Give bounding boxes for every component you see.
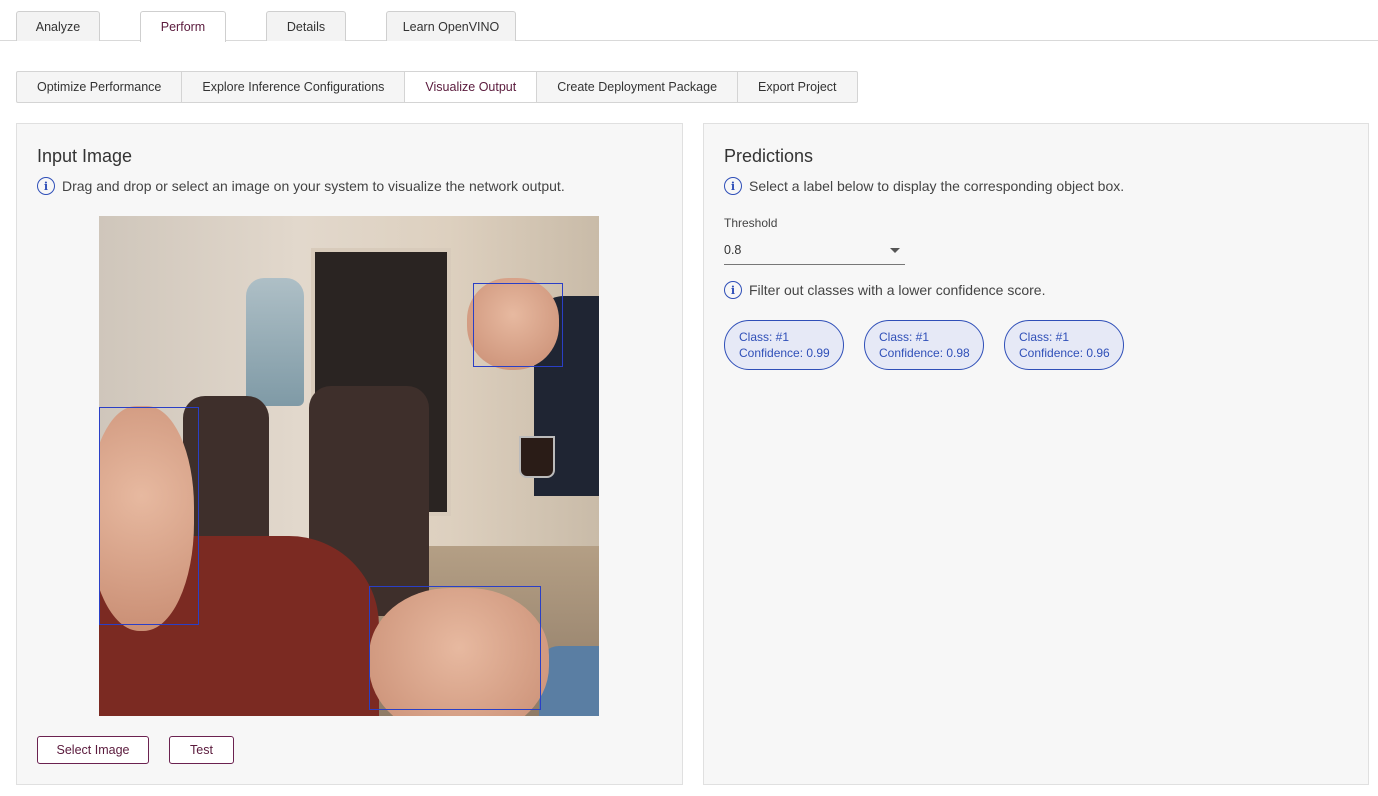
image-coat	[246, 278, 304, 406]
info-icon: i	[724, 281, 742, 299]
prediction-class: Class: #1	[1019, 330, 1070, 344]
prediction-chip[interactable]: Class: #1 Confidence: 0.99	[724, 320, 844, 370]
bounding-box	[473, 283, 563, 367]
filter-hint-text: Filter out classes with a lower confiden…	[749, 282, 1046, 298]
top-tab-bar: Analyze Perform Details Learn OpenVINO	[0, 0, 1378, 42]
bounding-box	[99, 407, 199, 625]
threshold-select[interactable]: 0.8	[724, 236, 905, 265]
subtab-export-project[interactable]: Export Project	[738, 71, 858, 103]
input-image-panel: Input Image i Drag and drop or select an…	[16, 123, 683, 785]
predictions-title: Predictions	[724, 146, 814, 166]
prediction-class: Class: #1	[739, 330, 790, 344]
filter-hint: i Filter out classes with a lower confid…	[724, 281, 1045, 299]
predictions-panel: Predictions i Select a label below to di…	[703, 123, 1369, 785]
test-button[interactable]: Test	[169, 736, 234, 764]
prediction-chip[interactable]: Class: #1 Confidence: 0.96	[1004, 320, 1124, 370]
input-hint-text: Drag and drop or select an image on your…	[62, 178, 565, 194]
info-icon: i	[37, 177, 55, 195]
prediction-confidence: Confidence: 0.98	[879, 346, 970, 360]
tab-learn-openvino[interactable]: Learn OpenVINO	[386, 11, 516, 41]
prediction-class: Class: #1	[879, 330, 930, 344]
select-image-button[interactable]: Select Image	[37, 736, 149, 764]
input-image-title: Input Image	[37, 146, 133, 166]
prediction-confidence: Confidence: 0.99	[739, 346, 830, 360]
chevron-down-icon	[890, 247, 900, 253]
bounding-box	[369, 586, 541, 710]
threshold-value: 0.8	[724, 243, 742, 257]
subtab-create-deployment-package[interactable]: Create Deployment Package	[537, 71, 739, 103]
tab-perform[interactable]: Perform	[140, 11, 226, 42]
predictions-hint: i Select a label below to display the co…	[724, 177, 1124, 195]
info-icon: i	[724, 177, 742, 195]
subtab-explore-inference-configurations[interactable]: Explore Inference Configurations	[182, 71, 406, 103]
prediction-chip[interactable]: Class: #1 Confidence: 0.98	[864, 320, 984, 370]
tab-analyze[interactable]: Analyze	[16, 11, 100, 41]
threshold-label: Threshold	[724, 216, 778, 230]
sub-tab-bar: Optimize Performance Explore Inference C…	[16, 71, 858, 103]
image-mug	[519, 436, 555, 478]
predictions-hint-text: Select a label below to display the corr…	[749, 178, 1125, 194]
prediction-chip-list: Class: #1 Confidence: 0.99 Class: #1 Con…	[724, 320, 1124, 370]
input-image-dropzone[interactable]	[99, 216, 599, 716]
tab-details[interactable]: Details	[266, 11, 346, 41]
subtab-optimize-performance[interactable]: Optimize Performance	[16, 71, 183, 103]
subtab-visualize-output[interactable]: Visualize Output	[405, 71, 538, 103]
input-hint: i Drag and drop or select an image on yo…	[37, 177, 565, 195]
prediction-confidence: Confidence: 0.96	[1019, 346, 1110, 360]
